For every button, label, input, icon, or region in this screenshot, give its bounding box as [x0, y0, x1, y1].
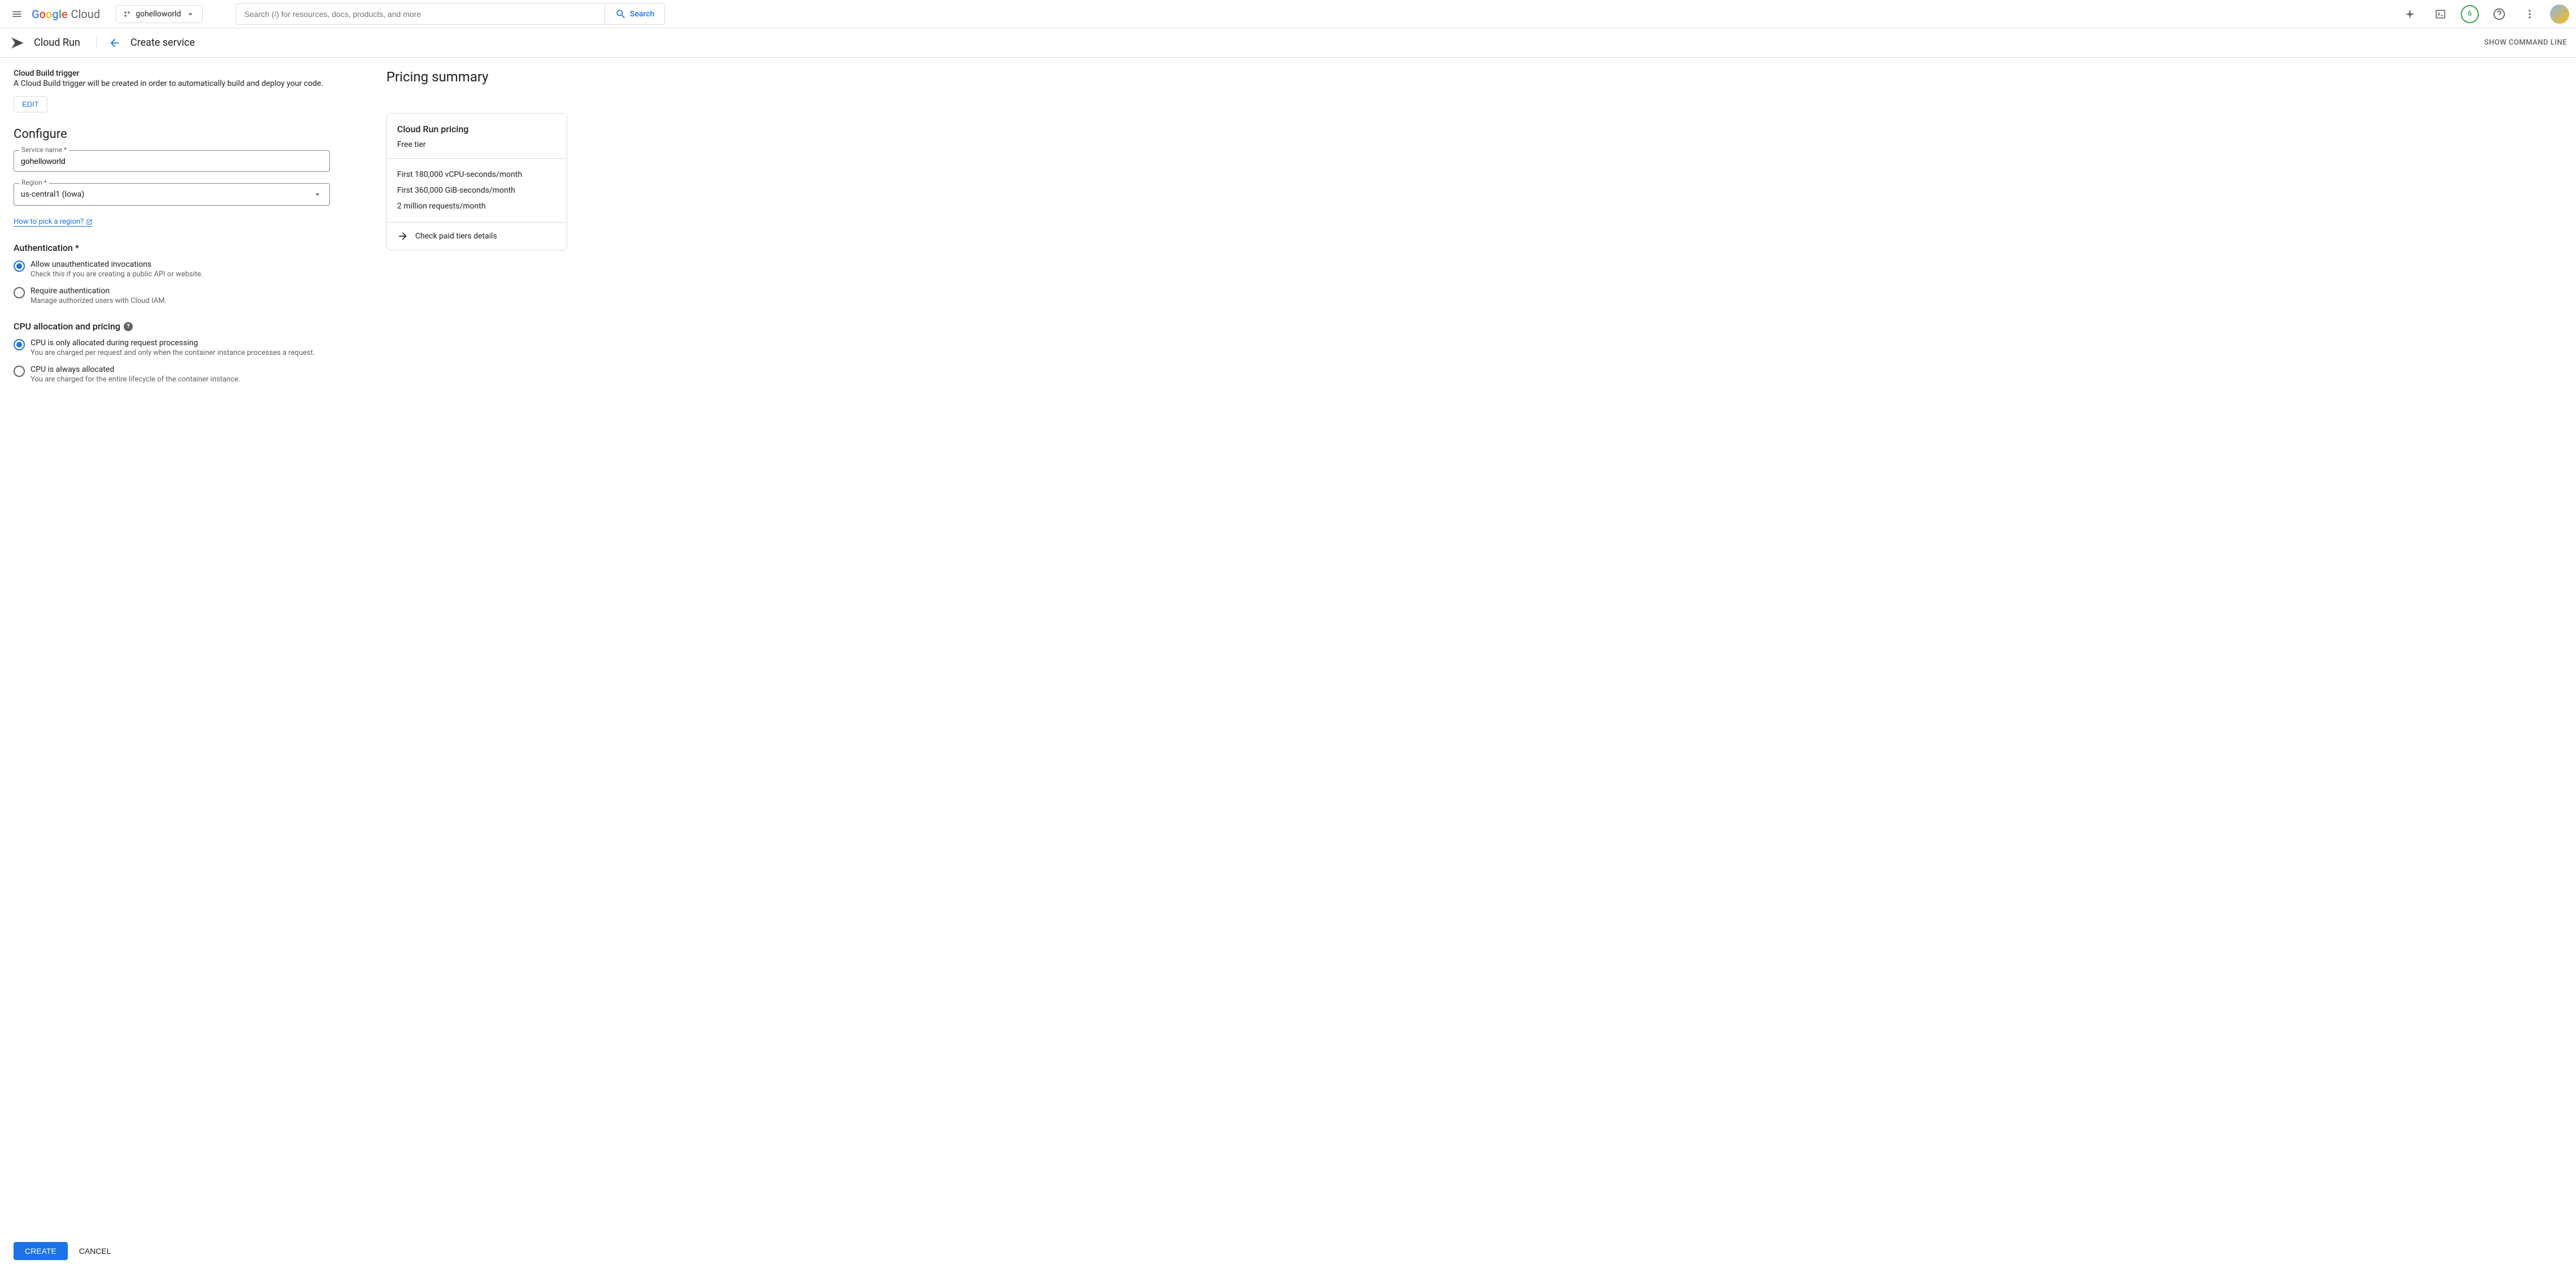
auth-allow-desc: Check this if you are creating a public … [31, 270, 203, 279]
back-button[interactable] [103, 32, 126, 54]
free-trial-badge[interactable]: 6 [2461, 5, 2479, 23]
cpu-allocation-heading: CPU allocation and pricing ? [14, 321, 330, 332]
more-button[interactable] [2520, 4, 2540, 24]
help-icon [2493, 8, 2505, 20]
pricing-card-title: Cloud Run pricing [397, 124, 556, 134]
create-button[interactable]: CREATE [14, 1242, 68, 1260]
cpu-always-desc: You are charged for the entire lifecycle… [31, 375, 240, 384]
cloud-build-trigger-heading: Cloud Build trigger [14, 69, 330, 78]
search-button[interactable]: Search [604, 4, 664, 24]
user-avatar[interactable] [2550, 5, 2569, 24]
show-command-line-button[interactable]: SHOW COMMAND LINE [2484, 38, 2567, 47]
cpu-request-option[interactable]: CPU is only allocated during request pro… [14, 338, 330, 357]
nav-menu-button[interactable] [7, 4, 27, 24]
pricing-summary-heading: Pricing summary [386, 69, 567, 85]
auth-require-label: Require authentication [31, 286, 167, 296]
chevron-down-icon [185, 9, 195, 19]
region-select[interactable]: us-central1 (Iowa) [14, 183, 330, 206]
auth-require-desc: Manage authorized users with Cloud IAM. [31, 297, 167, 305]
cloud-run-icon [9, 34, 27, 52]
cancel-button[interactable]: CANCEL [79, 1247, 111, 1256]
gemini-button[interactable] [2400, 4, 2420, 24]
pricing-free-tier: Free tier [397, 140, 556, 149]
pricing-item: First 180,000 vCPU-seconds/month [397, 167, 556, 183]
edit-trigger-button[interactable]: EDIT [14, 96, 47, 112]
search-input[interactable] [236, 4, 604, 24]
region-label: Region * [19, 179, 49, 186]
help-tooltip-icon[interactable]: ? [124, 322, 133, 331]
cloud-build-trigger-desc: A Cloud Build trigger will be created in… [14, 79, 330, 88]
search-icon [615, 8, 626, 20]
logo-google-text: Google [32, 7, 68, 21]
auth-allow-label: Allow unauthenticated invocations [31, 260, 203, 269]
radio-selected-icon [14, 339, 25, 350]
cpu-always-label: CPU is always allocated [31, 365, 240, 374]
radio-unselected-icon [14, 366, 25, 377]
region-value: us-central1 (Iowa) [21, 190, 84, 199]
configure-heading: Configure [14, 127, 330, 141]
page-title: Create service [130, 37, 195, 49]
more-vert-icon [2524, 8, 2535, 20]
auth-require-option[interactable]: Require authentication Manage authorized… [14, 286, 330, 305]
radio-unselected-icon [14, 287, 25, 298]
pricing-card: Cloud Run pricing Free tier First 180,00… [386, 113, 567, 250]
external-link-icon [86, 219, 93, 225]
authentication-heading: Authentication * [14, 242, 330, 253]
help-button[interactable] [2489, 4, 2509, 24]
search-container: Search [236, 3, 665, 25]
chevron-down-icon [312, 189, 323, 199]
logo-cloud-text: Cloud [71, 7, 101, 21]
cpu-always-option[interactable]: CPU is always allocated You are charged … [14, 365, 330, 384]
region-help-link[interactable]: How to pick a region? [14, 218, 93, 227]
project-selector[interactable]: gohelloworld [116, 5, 203, 23]
sparkle-icon [2404, 8, 2416, 20]
trial-count: 6 [2468, 10, 2471, 18]
auth-allow-option[interactable]: Allow unauthenticated invocations Check … [14, 260, 330, 279]
project-icon [123, 10, 131, 18]
cloud-shell-button[interactable] [2430, 4, 2451, 24]
hamburger-icon [11, 8, 23, 20]
check-paid-tiers-link[interactable]: Check paid tiers details [387, 223, 567, 250]
product-name[interactable]: Cloud Run [34, 37, 97, 49]
cpu-request-desc: You are charged per request and only whe… [31, 349, 315, 357]
search-button-label: Search [630, 10, 654, 19]
radio-selected-icon [14, 260, 25, 272]
service-name-label: Service name * [19, 146, 69, 154]
pricing-item: First 360,000 GiB-seconds/month [397, 183, 556, 198]
arrow-right-icon [397, 231, 408, 242]
pricing-item: 2 million requests/month [397, 198, 556, 214]
arrow-back-icon [108, 37, 121, 49]
google-cloud-logo[interactable]: Google Cloud [32, 7, 100, 21]
project-name: gohelloworld [136, 10, 181, 19]
cpu-request-label: CPU is only allocated during request pro… [31, 338, 315, 348]
terminal-icon [2435, 8, 2446, 20]
